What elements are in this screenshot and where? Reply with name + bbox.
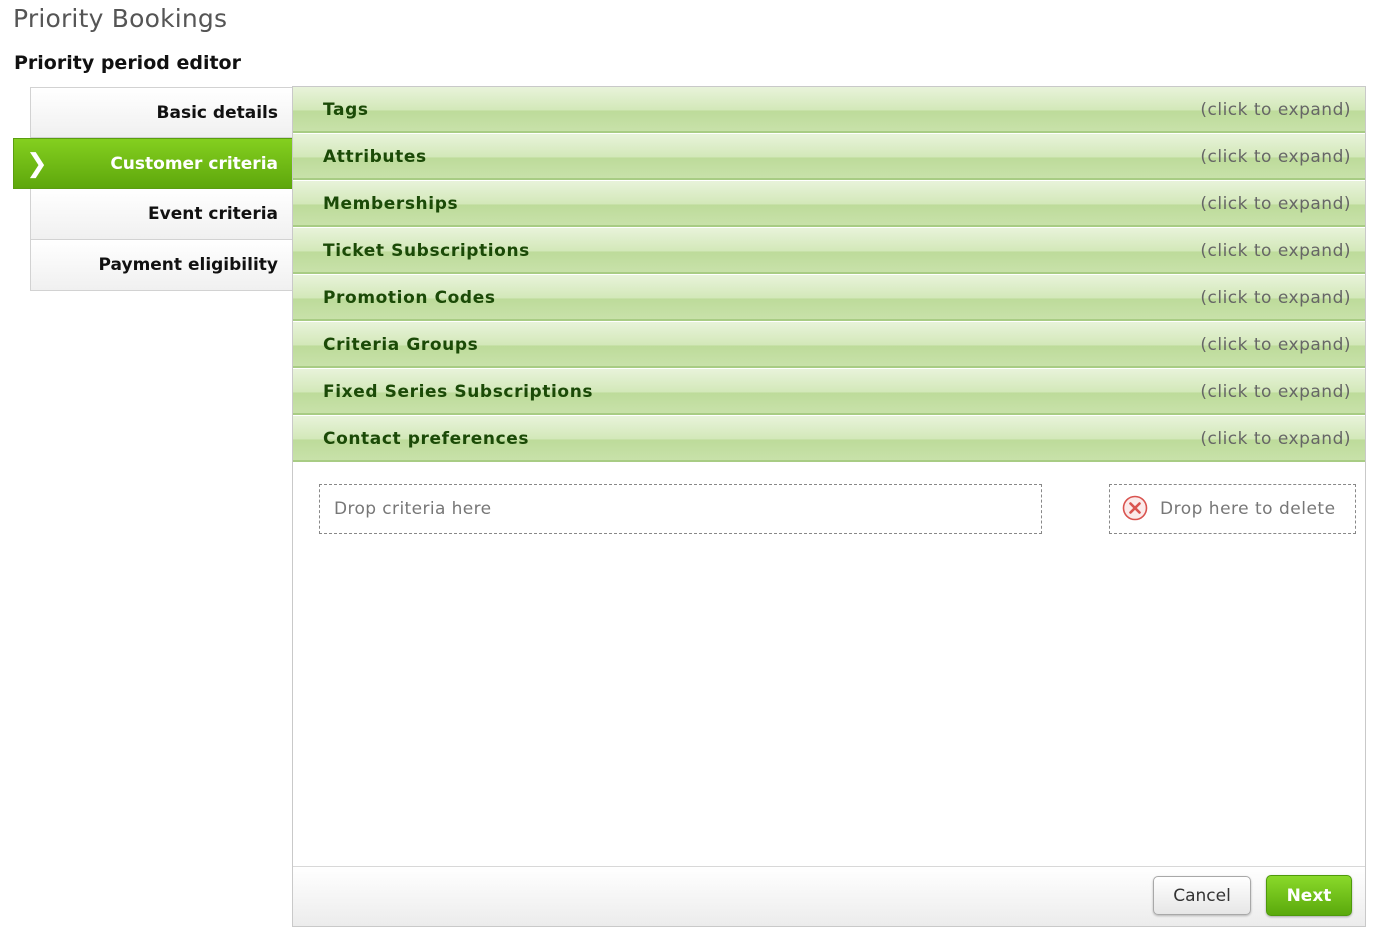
section-tags[interactable]: Tags (click to expand) (293, 87, 1365, 134)
nav-item-payment-eligibility[interactable]: Payment eligibility (30, 240, 293, 291)
section-fixed-series-subscriptions[interactable]: Fixed Series Subscriptions (click to exp… (293, 369, 1365, 416)
nav-item-label: Payment eligibility (98, 255, 278, 275)
section-label: Attributes (323, 147, 427, 167)
expand-hint: (click to expand) (1200, 429, 1351, 449)
section-label: Tags (323, 100, 369, 120)
chevron-right-icon: ❯ (26, 149, 48, 179)
next-button[interactable]: Next (1266, 875, 1352, 916)
expand-hint: (click to expand) (1200, 147, 1351, 167)
section-label: Promotion Codes (323, 288, 496, 308)
expand-hint: (click to expand) (1200, 335, 1351, 355)
section-promotion-codes[interactable]: Promotion Codes (click to expand) (293, 275, 1365, 322)
criteria-panel: Tags (click to expand) Attributes (click… (292, 86, 1366, 927)
section-criteria-groups[interactable]: Criteria Groups (click to expand) (293, 322, 1365, 369)
section-label: Contact preferences (323, 429, 530, 449)
nav-item-customer-criteria[interactable]: ❯ Customer criteria (13, 138, 310, 190)
section-label: Ticket Subscriptions (323, 241, 530, 261)
cancel-button[interactable]: Cancel (1153, 876, 1251, 915)
nav-item-event-criteria[interactable]: Event criteria (30, 189, 293, 240)
expand-hint: (click to expand) (1200, 241, 1351, 261)
section-label: Criteria Groups (323, 335, 479, 355)
nav-item-label: Event criteria (148, 204, 278, 224)
section-label: Memberships (323, 194, 459, 214)
close-circle-icon (1122, 495, 1148, 521)
nav-item-label: Basic details (156, 103, 278, 123)
section-label: Fixed Series Subscriptions (323, 382, 594, 402)
drop-criteria-zone[interactable]: Drop criteria here (319, 484, 1042, 534)
drop-delete-label: Drop here to delete (1160, 499, 1336, 519)
nav-item-basic-details[interactable]: Basic details (30, 87, 293, 138)
drop-criteria-label: Drop criteria here (334, 499, 492, 519)
section-memberships[interactable]: Memberships (click to expand) (293, 181, 1365, 228)
editor-step-nav: Basic details ❯ Customer criteria Event … (13, 87, 310, 291)
drop-delete-zone[interactable]: Drop here to delete (1109, 484, 1356, 534)
section-ticket-subscriptions[interactable]: Ticket Subscriptions (click to expand) (293, 228, 1365, 275)
app-title: Priority Bookings (13, 4, 228, 33)
section-contact-preferences[interactable]: Contact preferences (click to expand) (293, 416, 1365, 463)
editor-title: Priority period editor (14, 52, 241, 74)
nav-item-label: Customer criteria (110, 154, 278, 174)
expand-hint: (click to expand) (1200, 288, 1351, 308)
expand-hint: (click to expand) (1200, 100, 1351, 120)
panel-footer: Cancel Next (293, 866, 1365, 926)
expand-hint: (click to expand) (1200, 194, 1351, 214)
expand-hint: (click to expand) (1200, 382, 1351, 402)
section-attributes[interactable]: Attributes (click to expand) (293, 134, 1365, 181)
